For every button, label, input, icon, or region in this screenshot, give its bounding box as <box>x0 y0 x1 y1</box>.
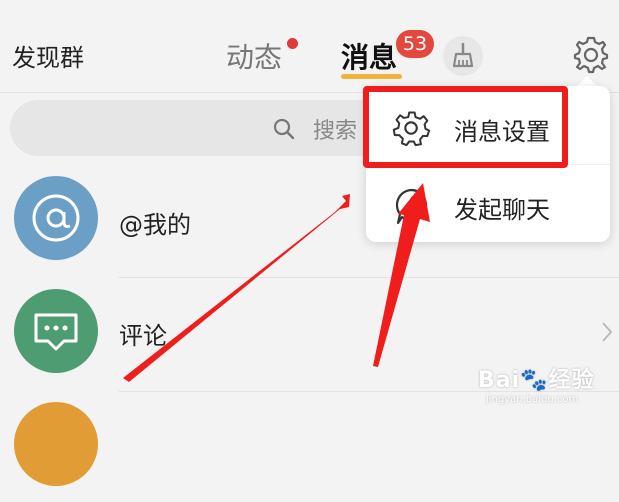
annotation-arrow-left <box>123 194 350 382</box>
annotation-arrow-right <box>373 183 430 367</box>
annotation-arrows <box>123 183 430 382</box>
watermark-logo: Bai🐾经验 <box>478 368 595 393</box>
watermark-url: jingyan.baidu.com <box>486 394 579 405</box>
